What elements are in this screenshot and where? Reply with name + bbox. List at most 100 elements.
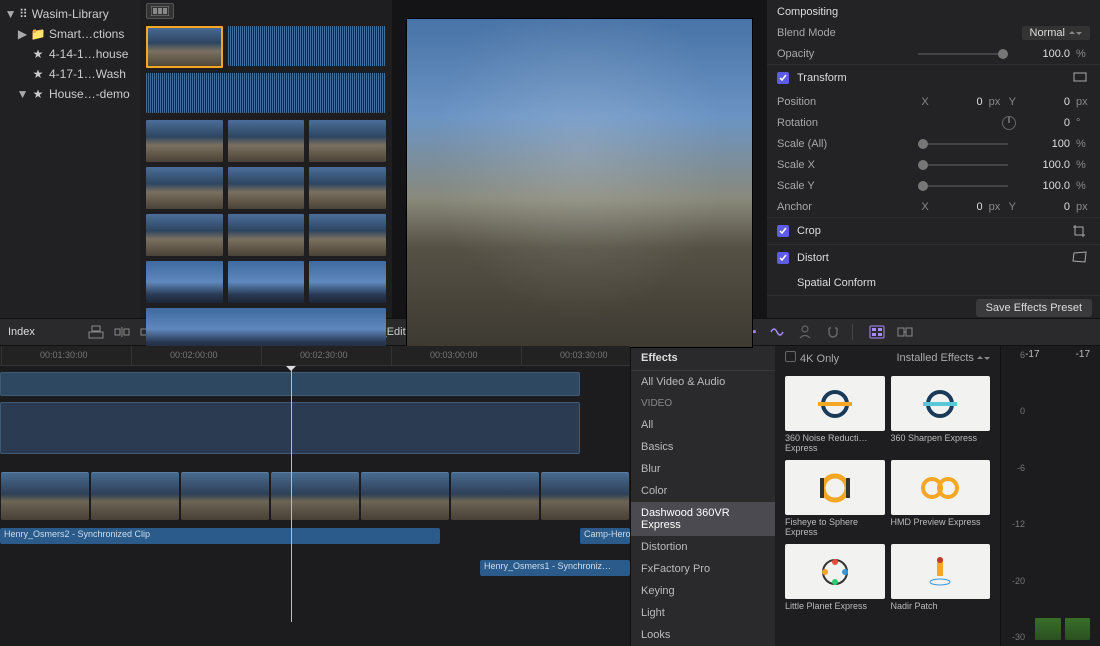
timeline-playhead[interactable] — [291, 366, 292, 622]
clip-thumbnail[interactable] — [228, 261, 305, 303]
effect-thumbnail[interactable]: Nadir Patch — [891, 544, 991, 622]
effects-category[interactable]: Light — [631, 602, 775, 624]
viewer-canvas[interactable] — [406, 18, 753, 348]
clip-thumbnail[interactable] — [309, 167, 386, 209]
rotation-value[interactable]: 0 — [1022, 117, 1070, 129]
distort-checkbox[interactable] — [777, 252, 789, 264]
effect-thumbnail[interactable]: HMD Preview Express — [891, 460, 991, 538]
effects-category[interactable]: Looks — [631, 624, 775, 646]
connect-clip-icon[interactable] — [86, 323, 106, 341]
library-event-house[interactable]: ▼ ★ House…-demo — [0, 84, 140, 104]
timeline-connected-clip[interactable] — [0, 402, 580, 454]
effects-category[interactable]: Blur — [631, 458, 775, 480]
folder-icon: 📁 — [31, 28, 45, 40]
4k-only-checkbox[interactable]: 4K Only — [785, 351, 839, 365]
distort-section[interactable]: Distort — [797, 252, 1064, 264]
effect-thumbnail[interactable]: Little Planet Express — [785, 544, 885, 622]
clip-waveform[interactable] — [146, 73, 386, 113]
clip-thumbnail[interactable] — [146, 308, 386, 350]
effects-browser-icon[interactable] — [868, 324, 886, 340]
timeline-clip[interactable]: Keeper-house-o… — [271, 472, 359, 520]
position-x[interactable]: 0 — [935, 96, 983, 108]
rotation-dial[interactable] — [1002, 116, 1016, 130]
opacity-value[interactable]: 100.0 — [1022, 48, 1070, 60]
clip-thumbnail[interactable] — [146, 120, 223, 162]
timeline-primary-storyline[interactable]: Lighthouse-gro…Top-of-Lighthouse4Top-of-… — [0, 472, 630, 520]
clip-waveform[interactable] — [228, 26, 386, 66]
clip-thumbnail[interactable] — [309, 214, 386, 256]
position-y[interactable]: 0 — [1022, 96, 1070, 108]
opacity-slider[interactable] — [918, 53, 1008, 55]
spatial-conform-section[interactable]: Spatial Conform — [797, 277, 1090, 289]
clip-thumbnail[interactable] — [228, 214, 305, 256]
clip-thumbnail[interactable] — [146, 214, 223, 256]
library-event-smart[interactable]: ▶ 📁 Smart…ctions — [0, 24, 140, 44]
effects-category[interactable]: Basics — [631, 436, 775, 458]
star-icon: ★ — [31, 68, 45, 80]
meter-scale-label: -12 — [1007, 519, 1025, 529]
transform-onscreen-icon[interactable] — [1072, 71, 1090, 85]
crop-section[interactable]: Crop — [797, 225, 1064, 237]
crop-onscreen-icon[interactable] — [1072, 224, 1090, 238]
clip-thumbnail[interactable] — [146, 167, 223, 209]
timeline-audio-clip[interactable]: Camp-Hero1 — [580, 528, 630, 544]
timeline-audio-clip[interactable]: Henry_Osmers2 - Synchronized Clip — [0, 528, 440, 544]
timeline-audio-clip[interactable]: Henry_Osmers1 - Synchroniz… — [480, 560, 630, 576]
clip-thumbnail[interactable] — [146, 261, 223, 303]
clip-thumbnail[interactable] — [228, 120, 305, 162]
solo-icon[interactable] — [796, 324, 814, 340]
audio-skimming-icon[interactable] — [768, 324, 786, 340]
anchor-x[interactable]: 0 — [935, 201, 983, 213]
timeline-clip[interactable]: Lighthouse-gro… — [1, 472, 89, 520]
clip-thumbnail[interactable] — [309, 120, 386, 162]
effects-category[interactable]: FxFactory Pro — [631, 558, 775, 580]
scale-x-slider[interactable] — [918, 164, 1008, 166]
snapping-icon[interactable] — [824, 324, 842, 340]
timeline-ruler[interactable]: 00:01:30:00 00:02:00:00 00:02:30:00 00:0… — [0, 346, 630, 366]
rotation-label: Rotation — [777, 117, 859, 129]
effects-category[interactable]: Keying — [631, 580, 775, 602]
filmstrip-view-button[interactable] — [146, 3, 174, 19]
timeline-clip[interactable]: Montauk-Point-State-… — [451, 472, 539, 520]
library-root[interactable]: ▼ ⠿ Wasim-Library — [0, 4, 140, 24]
scale-all-slider[interactable] — [918, 143, 1008, 145]
effects-category[interactable]: All Video & Audio — [631, 371, 775, 393]
scale-x-value[interactable]: 100.0 — [1022, 159, 1070, 171]
library-event-414[interactable]: ★ 4-14-1…house — [0, 44, 140, 64]
crop-checkbox[interactable] — [777, 225, 789, 237]
timeline[interactable]: 00:01:30:00 00:02:00:00 00:02:30:00 00:0… — [0, 346, 630, 646]
anchor-y[interactable]: 0 — [1022, 201, 1070, 213]
disclosure-triangle-icon[interactable]: ▼ — [18, 87, 27, 101]
effects-category[interactable]: All — [631, 414, 775, 436]
save-effects-preset-button[interactable]: Save Effects Preset — [976, 299, 1092, 317]
timeline-clip[interactable]: Camp-Hero1 — [541, 472, 629, 520]
effects-category[interactable]: Distortion — [631, 536, 775, 558]
timeline-clip[interactable]: Top-of-Lighthouse6 — [181, 472, 269, 520]
clip-thumbnail[interactable] — [228, 167, 305, 209]
effect-thumbnail[interactable]: 360 Sharpen Express — [891, 376, 991, 454]
effects-category[interactable]: Color — [631, 480, 775, 502]
transitions-browser-icon[interactable] — [896, 324, 914, 340]
effects-category[interactable]: Dashwood 360VR Express — [631, 502, 775, 536]
blend-mode-popup[interactable]: Normal — [1022, 26, 1090, 40]
disclosure-triangle-icon[interactable]: ▶ — [18, 27, 27, 41]
scale-all-value[interactable]: 100 — [1022, 138, 1070, 150]
transform-checkbox[interactable] — [777, 72, 789, 84]
peak-left: -17 — [1025, 349, 1039, 360]
transform-section[interactable]: Transform — [797, 72, 1064, 84]
insert-clip-icon[interactable] — [112, 323, 132, 341]
timeline-index-button[interactable]: Index — [8, 326, 78, 338]
distort-onscreen-icon[interactable] — [1072, 251, 1090, 265]
installed-effects-popup[interactable]: Installed Effects — [896, 352, 990, 364]
scale-y-value[interactable]: 100.0 — [1022, 180, 1070, 192]
disclosure-triangle-icon[interactable]: ▼ — [6, 7, 15, 21]
library-event-417[interactable]: ★ 4-17-1…Wash — [0, 64, 140, 84]
scale-y-slider[interactable] — [918, 185, 1008, 187]
effects-category[interactable]: VIDEO — [631, 393, 775, 414]
timeline-clip[interactable]: Top-of-Lighthouse4 — [91, 472, 179, 520]
clip-thumbnail[interactable] — [309, 261, 386, 303]
clip-thumbnail[interactable] — [146, 26, 223, 68]
effect-thumbnail[interactable]: Fisheye to Sphere Express — [785, 460, 885, 538]
timeline-clip[interactable]: Top-of-Lighth… — [361, 472, 449, 520]
effect-thumbnail[interactable]: 360 Noise Reducti…Express — [785, 376, 885, 454]
